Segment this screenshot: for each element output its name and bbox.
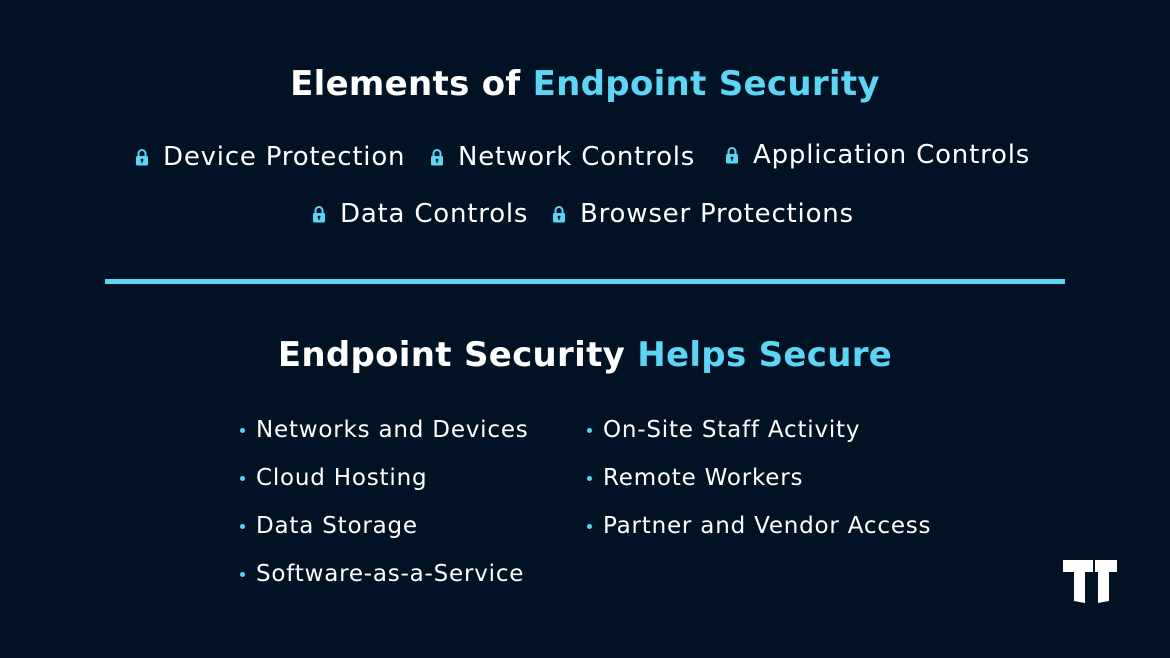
list-item-label: Software-as-a-Service <box>256 561 525 587</box>
title-accent: Endpoint Security <box>532 64 880 104</box>
list-item-label: Partner and Vendor Access <box>603 513 932 539</box>
list-item: Remote Workers <box>587 463 931 493</box>
lock-icon <box>553 206 565 223</box>
list-item-label: Remote Workers <box>603 465 804 491</box>
element-device-protection: Device Protection <box>135 142 405 172</box>
bullet-icon <box>587 427 592 433</box>
title-plain: Endpoint Security <box>277 335 638 375</box>
secure-list-left: Networks and Devices Cloud Hosting Data … <box>240 415 529 589</box>
list-item-label: On-Site Staff Activity <box>603 417 861 443</box>
lock-icon <box>431 149 443 166</box>
tt-logo-icon <box>1063 560 1117 603</box>
section-title-elements: Elements of Endpoint Security <box>0 64 1170 104</box>
secure-list-right: On-Site Staff Activity Remote Workers Pa… <box>587 415 931 541</box>
bullet-icon <box>240 427 245 433</box>
element-label: Data Controls <box>340 199 529 229</box>
element-label: Device Protection <box>163 142 406 172</box>
element-network-controls: Network Controls <box>430 142 695 172</box>
list-item: Cloud Hosting <box>240 463 529 493</box>
title-accent: Helps Secure <box>637 335 893 375</box>
list-item-label: Data Storage <box>256 513 418 539</box>
element-label: Network Controls <box>458 142 696 172</box>
list-item-label: Cloud Hosting <box>256 465 428 491</box>
element-application-controls: Application Controls <box>725 140 1030 170</box>
title-plain: Elements of <box>290 64 533 104</box>
bullet-icon <box>240 475 245 481</box>
lock-icon <box>313 206 325 223</box>
list-item: Networks and Devices <box>240 415 529 445</box>
lock-icon <box>136 149 148 166</box>
bullet-icon <box>587 523 592 529</box>
list-item: On-Site Staff Activity <box>587 415 931 445</box>
list-item-label: Networks and Devices <box>256 417 529 443</box>
lock-icon <box>726 147 738 164</box>
list-item: Data Storage <box>240 511 529 541</box>
section-divider <box>105 279 1065 284</box>
element-data-controls: Data Controls <box>312 199 528 229</box>
bullet-icon <box>587 475 592 481</box>
bullet-icon <box>240 523 245 529</box>
element-browser-protections: Browser Protections <box>552 199 854 229</box>
element-label: Application Controls <box>753 140 1031 170</box>
section-title-helps-secure: Endpoint Security Helps Secure <box>0 335 1170 375</box>
list-item: Partner and Vendor Access <box>587 511 931 541</box>
element-label: Browser Protections <box>580 199 854 229</box>
bullet-icon <box>240 571 245 577</box>
list-item: Software-as-a-Service <box>240 559 529 589</box>
